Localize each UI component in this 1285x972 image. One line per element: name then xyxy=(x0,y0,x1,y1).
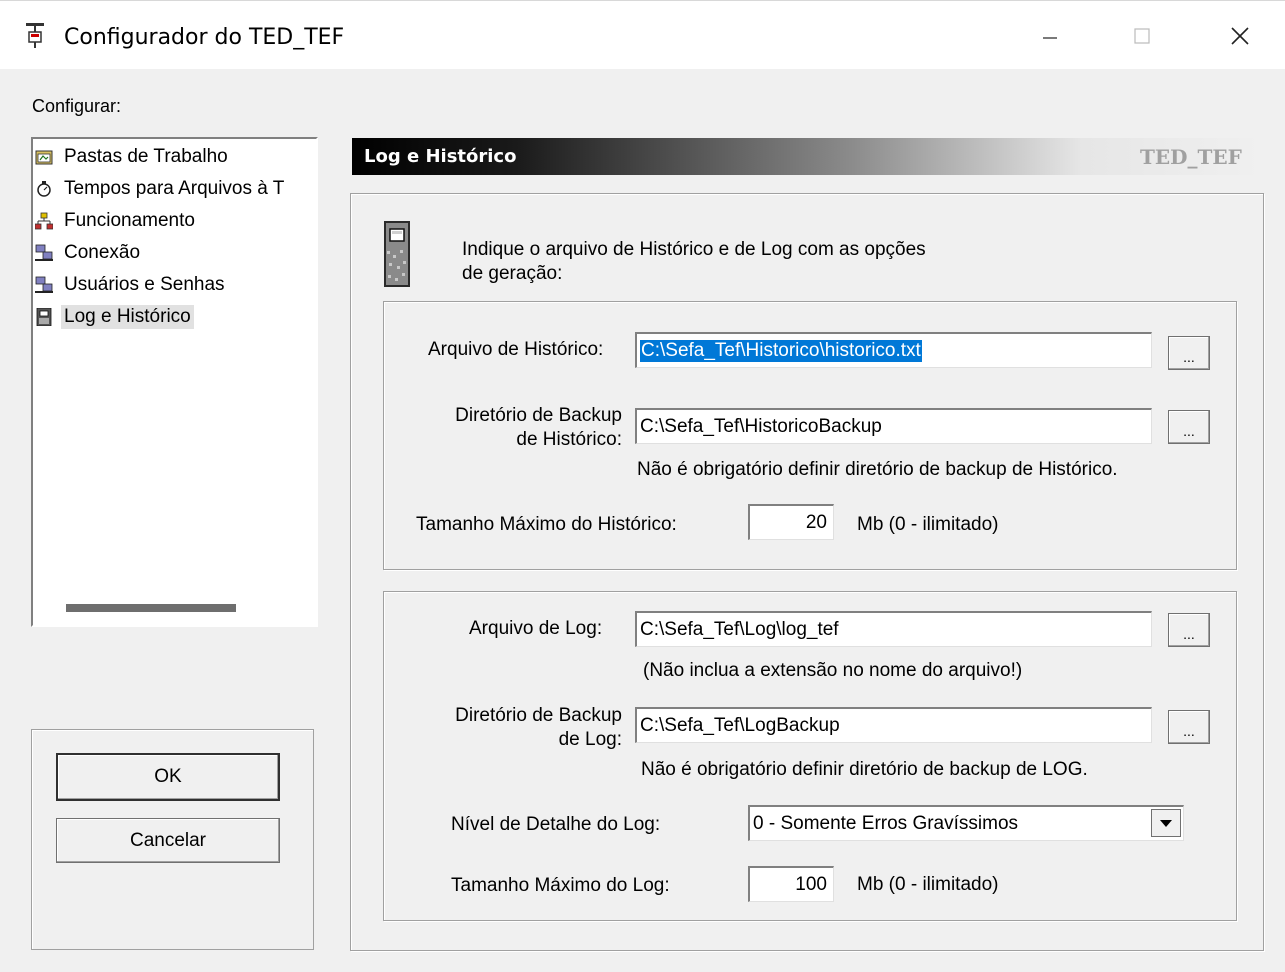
tree-item-label: Log e Histórico xyxy=(61,305,194,329)
minimize-button[interactable] xyxy=(1020,18,1080,54)
ok-button[interactable]: OK xyxy=(56,753,280,801)
historico-backup-label-line2: de Histórico: xyxy=(516,429,622,450)
computers-icon xyxy=(35,276,53,293)
window-title: Configurador do TED_TEF xyxy=(64,25,345,50)
tree-item-funcionamento[interactable]: Funcionamento xyxy=(35,207,198,235)
minimize-icon xyxy=(1043,37,1057,39)
log-file-value: C:\Sefa_Tef\Log\log_tef xyxy=(640,618,839,640)
log-unit-label: Mb (0 - ilimitado) xyxy=(857,874,999,895)
log-max-size-field[interactable]: 100 xyxy=(748,866,834,902)
maximize-button[interactable] xyxy=(1112,18,1172,54)
folder-icon xyxy=(35,150,53,165)
historico-file-value: C:\Sefa_Tef\Historico\historico.txt xyxy=(640,339,922,362)
log-backup-field[interactable]: C:\Sefa_Tef\LogBackup xyxy=(635,707,1152,743)
log-backup-value: C:\Sefa_Tef\LogBackup xyxy=(640,714,840,736)
historico-backup-note: Não é obrigatório definir diretório de b… xyxy=(637,459,1118,480)
configurar-label: Configurar: xyxy=(32,96,122,116)
historico-file-label: Arquivo de Histórico: xyxy=(428,339,604,360)
intro-line-2: de geração: xyxy=(462,263,563,284)
historico-backup-label: Diretório de Backup de Histórico: xyxy=(400,404,622,452)
tree-item-tempos[interactable]: Tempos para Arquivos à T xyxy=(35,175,287,203)
historico-backup-browse-button[interactable]: ... xyxy=(1168,410,1210,444)
notebook-icon xyxy=(384,221,410,287)
tree-item-label: Funcionamento xyxy=(64,210,195,231)
historico-backup-label-line1: Diretório de Backup xyxy=(455,405,622,426)
tree-item-pastas[interactable]: Pastas de Trabalho xyxy=(35,143,231,171)
close-icon xyxy=(1231,27,1249,45)
log-max-label: Tamanho Máximo do Log: xyxy=(451,875,670,896)
tree-item-log-historico[interactable]: Log e Histórico xyxy=(35,303,194,331)
log-file-browse-button[interactable]: ... xyxy=(1168,613,1210,647)
tree-item-usuarios[interactable]: Usuários e Senhas xyxy=(35,271,228,299)
historico-file-field[interactable]: C:\Sefa_Tef\Historico\historico.txt xyxy=(635,332,1152,368)
dropdown-button[interactable] xyxy=(1151,809,1181,837)
log-level-label: Nível de Detalhe do Log: xyxy=(451,814,661,835)
section-title: Log e Histórico xyxy=(364,146,517,167)
log-backup-label-line1: Diretório de Backup xyxy=(455,705,622,726)
log-level-select[interactable]: 0 - Somente Erros Gravíssimos xyxy=(748,805,1184,841)
tree-item-label: Pastas de Trabalho xyxy=(64,146,228,167)
tree-item-label: Tempos para Arquivos à T xyxy=(64,178,285,199)
historico-backup-field[interactable]: C:\Sefa_Tef\HistoricoBackup xyxy=(635,408,1152,444)
intro-line-1: Indique o arquivo de Histórico e de Log … xyxy=(462,239,926,260)
historico-backup-value: C:\Sefa_Tef\HistoricoBackup xyxy=(640,415,882,437)
log-backup-label: Diretório de Backup de Log: xyxy=(400,704,622,752)
log-backup-label-line2: de Log: xyxy=(558,729,622,750)
historico-max-label: Tamanho Máximo do Histórico: xyxy=(416,514,677,535)
historico-max-size-field[interactable]: 20 xyxy=(748,504,834,540)
cancel-button[interactable]: Cancelar xyxy=(56,818,280,863)
notebook-icon xyxy=(36,308,52,326)
config-tree[interactable]: Pastas de Trabalho Tempos para Arquivos … xyxy=(31,137,318,627)
tree-item-conexao[interactable]: Conexão xyxy=(35,239,143,267)
log-level-value: 0 - Somente Erros Gravíssimos xyxy=(753,812,1019,834)
tree-item-label: Conexão xyxy=(64,242,141,263)
maximize-icon xyxy=(1134,28,1150,44)
app-icon xyxy=(26,23,44,48)
log-file-note: (Não inclua a extensão no nome do arquiv… xyxy=(643,660,1023,681)
log-file-label: Arquivo de Log: xyxy=(469,618,603,639)
network-icon xyxy=(35,212,53,230)
stopwatch-icon xyxy=(37,181,51,197)
intro-text: Indique o arquivo de Histórico e de Log … xyxy=(462,238,926,286)
log-file-field[interactable]: C:\Sefa_Tef\Log\log_tef xyxy=(635,611,1152,647)
historico-file-browse-button[interactable]: ... xyxy=(1168,336,1210,370)
log-backup-browse-button[interactable]: ... xyxy=(1168,710,1210,744)
log-max-size-value: 100 xyxy=(795,873,827,895)
log-backup-note: Não é obrigatório definir diretório de b… xyxy=(641,759,1088,780)
historico-max-size-value: 20 xyxy=(805,511,827,533)
historico-unit-label: Mb (0 - ilimitado) xyxy=(857,514,999,535)
computers-icon xyxy=(35,244,53,261)
tree-item-label: Usuários e Senhas xyxy=(64,274,225,295)
close-button[interactable] xyxy=(1210,18,1270,54)
brand-label: TED_TEF xyxy=(1140,145,1242,169)
chevron-down-icon xyxy=(1160,819,1172,827)
tree-horizontal-scrollbar[interactable] xyxy=(66,604,236,612)
